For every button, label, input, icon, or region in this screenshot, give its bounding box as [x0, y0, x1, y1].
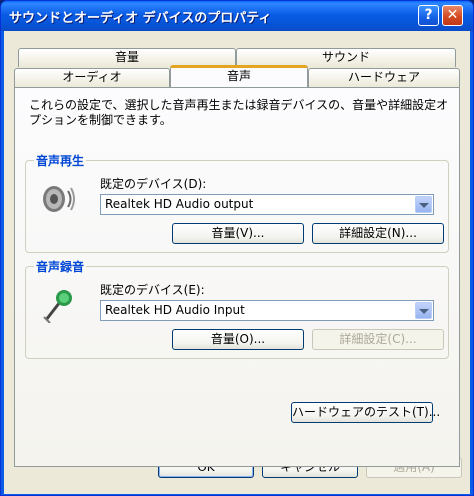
recording-device-label: 既定のデバイス(E):	[100, 283, 205, 297]
playback-advanced-button[interactable]: 詳細設定(N)...	[312, 223, 444, 244]
window-title: サウンドとオーディオ デバイスのプロパティ	[9, 11, 272, 26]
close-button[interactable]: ✕	[442, 5, 463, 26]
recording-volume-button[interactable]: 音量(O)...	[172, 329, 304, 350]
tab-voice[interactable]: 音声	[170, 65, 308, 87]
recording-device-value: Realtek HD Audio Input	[105, 303, 245, 317]
panel-description: これらの設定で、選択した音声再生または録音デバイスの、音量や詳細設定オプションを…	[29, 98, 449, 127]
dialog-client-area: 音量 サウンド オーディオ 音声 ハードウェア これらの設定で、選択した音声再生…	[4, 31, 470, 494]
playback-device-select[interactable]: Realtek HD Audio output	[100, 194, 434, 215]
tab-audio[interactable]: オーディオ	[14, 68, 170, 87]
tab-hardware[interactable]: ハードウェア	[308, 68, 460, 87]
recording-group: 音声録音 既定のデバイス(E): Realtek HD Audio Input …	[25, 258, 449, 359]
microphone-icon	[43, 290, 72, 323]
voice-tab-panel: これらの設定で、選択した音声再生または録音デバイスの、音量や詳細設定オプションを…	[14, 87, 460, 467]
recording-legend: 音声録音	[34, 258, 87, 275]
properties-window: サウンドとオーディオ デバイスのプロパティ ? ✕ 音量 サウンド オーディオ …	[0, 0, 474, 496]
recording-device-select[interactable]: Realtek HD Audio Input	[100, 300, 434, 321]
playback-device-value: Realtek HD Audio output	[105, 197, 254, 211]
playback-legend: 音声再生	[34, 152, 87, 169]
chevron-down-icon[interactable]	[415, 302, 432, 319]
title-bar[interactable]: サウンドとオーディオ デバイスのプロパティ ? ✕	[1, 1, 473, 31]
playback-volume-button[interactable]: 音量(V)...	[172, 223, 304, 244]
playback-group: 音声再生 既定のデバイス(D): Realtek HD Audio output…	[25, 152, 449, 253]
help-button[interactable]: ?	[418, 5, 439, 26]
chevron-down-icon[interactable]	[415, 196, 432, 213]
test-hardware-button[interactable]: ハードウェアのテスト(T)...	[291, 402, 440, 423]
speaker-icon	[43, 186, 75, 212]
playback-device-label: 既定のデバイス(D):	[100, 177, 207, 191]
recording-advanced-button[interactable]: 詳細設定(C)...	[312, 329, 444, 350]
